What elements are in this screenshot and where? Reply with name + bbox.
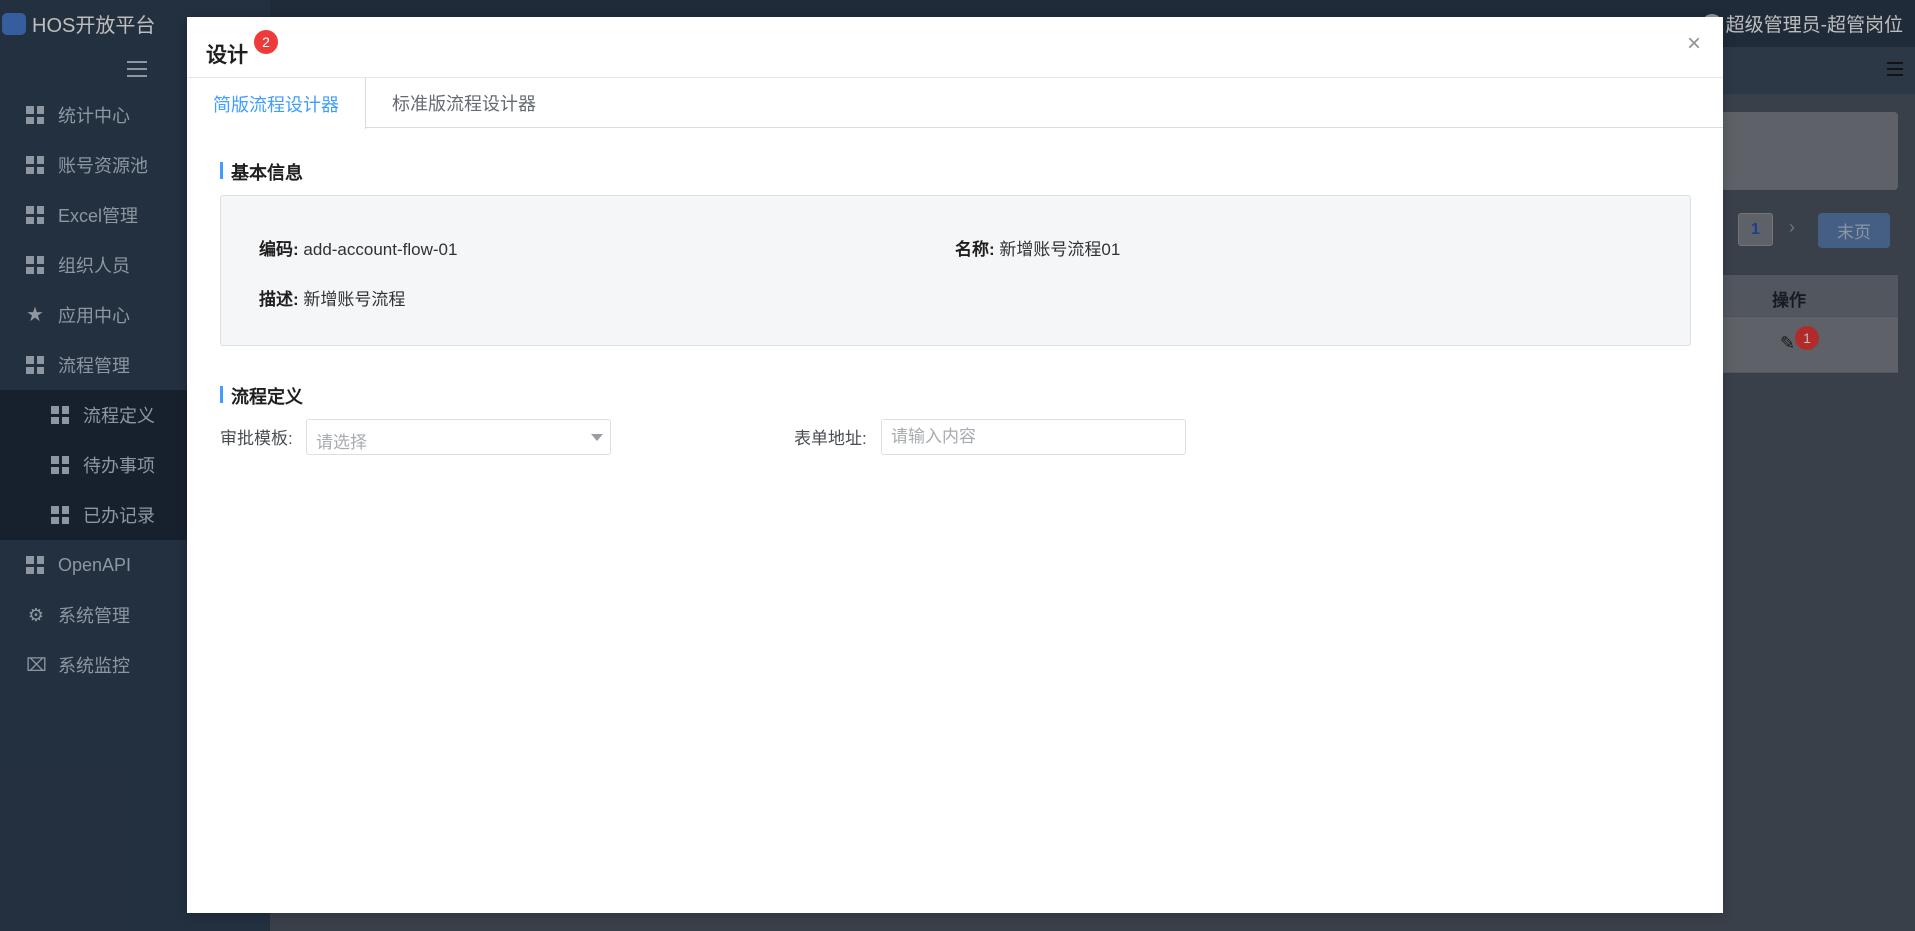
approval-template-select[interactable]: 请选择 <box>306 419 611 455</box>
step-badge: 2 <box>254 30 278 54</box>
dialog-title: 设计 <box>206 44 248 67</box>
basic-info-panel: 编码: add-account-flow-01 名称: 新增账号流程01 描述:… <box>220 195 1691 346</box>
info-description: 描述: 新增账号流程 <box>259 285 405 310</box>
tab-simple-designer[interactable]: 简版流程设计器 <box>187 78 366 129</box>
info-name-label: 名称: <box>955 240 995 259</box>
designer-tabs: 简版流程设计器 标准版流程设计器 <box>187 78 1723 129</box>
section-title-basic-info: 基本信息 <box>220 159 303 185</box>
caret-down-icon <box>591 434 603 441</box>
form-url-input[interactable] <box>881 419 1186 455</box>
close-icon[interactable]: × <box>1683 32 1705 56</box>
info-code-value: add-account-flow-01 <box>303 240 458 259</box>
info-name-value: 新增账号流程01 <box>999 240 1121 259</box>
form-url-label: 表单地址: <box>794 429 867 448</box>
info-description-value: 新增账号流程 <box>303 290 406 309</box>
approval-template-placeholder: 请选择 <box>316 433 367 452</box>
design-dialog: 设计 2 × 简版流程设计器 标准版流程设计器 基本信息 编码: add-acc… <box>187 17 1723 913</box>
info-name: 名称: 新增账号流程01 <box>955 235 1120 260</box>
approval-template-label: 审批模板: <box>220 429 293 448</box>
info-code-label: 编码: <box>259 240 299 259</box>
section-title-flow-definition: 流程定义 <box>220 383 303 409</box>
tab-standard-designer[interactable]: 标准版流程设计器 <box>366 78 562 128</box>
dialog-header: 设计 2 × <box>187 17 1723 78</box>
info-code: 编码: add-account-flow-01 <box>259 235 457 260</box>
info-description-label: 描述: <box>259 290 299 309</box>
